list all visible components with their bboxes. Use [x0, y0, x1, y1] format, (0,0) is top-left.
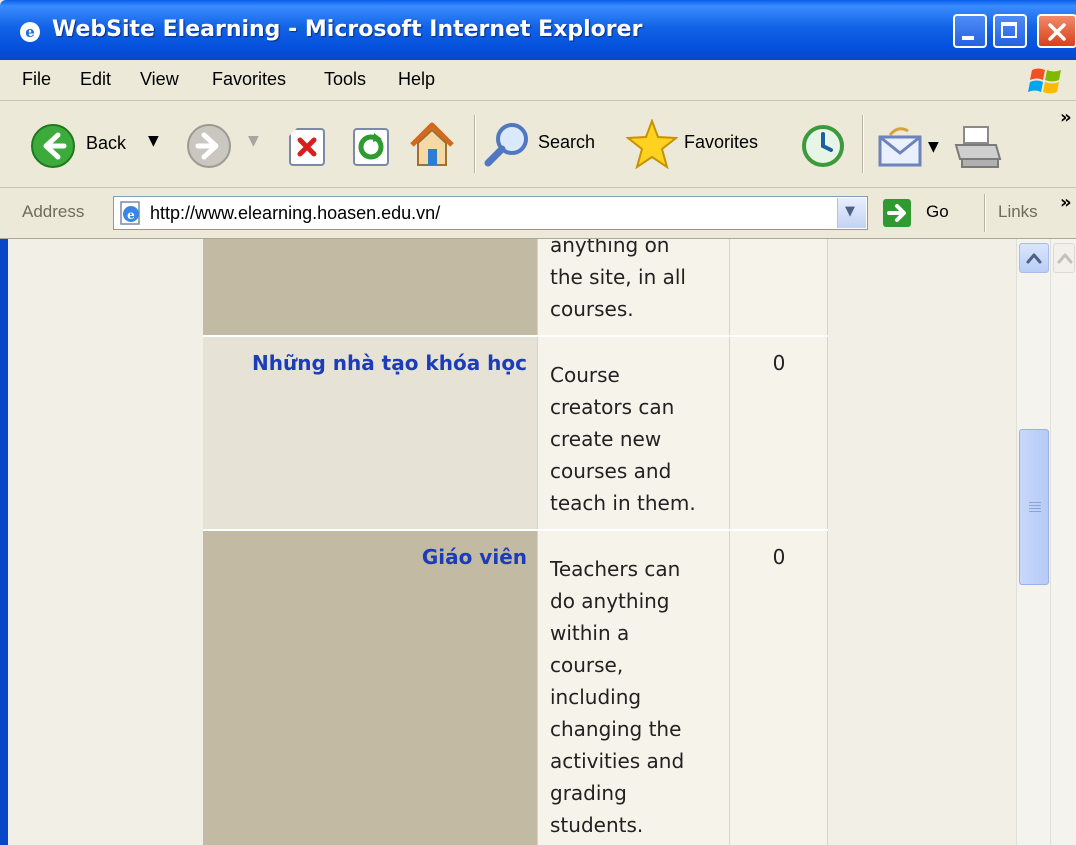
role-count-cell: 0 — [730, 337, 828, 529]
role-count: 0 — [772, 351, 786, 375]
address-url: http://www.elearning.hoasen.edu.vn/ — [150, 203, 441, 223]
favorites-label: Favorites — [684, 132, 759, 152]
window-border — [0, 239, 8, 845]
role-description: Course creators can create new courses a… — [550, 363, 696, 515]
close-button[interactable] — [1037, 14, 1076, 48]
forward-arrow-icon — [187, 124, 231, 168]
svg-text:e: e — [127, 208, 135, 222]
mail-icon — [878, 127, 922, 167]
search-label: Search — [538, 132, 596, 152]
outer-vertical-scrollbar[interactable] — [1050, 239, 1076, 845]
back-dropdown-icon[interactable]: ▼ — [148, 133, 159, 149]
svg-text:e: e — [25, 23, 35, 41]
scroll-thumb[interactable] — [1019, 429, 1049, 585]
role-count: 0 — [772, 545, 786, 569]
stop-icon[interactable] — [288, 127, 328, 167]
role-count-cell — [730, 239, 828, 335]
address-dropdown[interactable]: ▼ — [837, 198, 866, 228]
menu-file[interactable]: File — [22, 69, 51, 90]
scroll-grip — [1029, 505, 1041, 506]
toolbar-overflow-icon[interactable]: » — [1060, 107, 1072, 128]
mail-button[interactable]: ▼ — [876, 123, 946, 169]
search-icon — [484, 123, 528, 167]
address-input[interactable]: e http://www.elearning.hoasen.edu.vn/ ▼ — [113, 196, 868, 230]
outer-scroll-up-button[interactable] — [1053, 243, 1075, 273]
scroll-grip — [1029, 508, 1041, 509]
favorites-button[interactable]: Favorites — [626, 117, 778, 169]
toolbar-separator — [862, 115, 864, 173]
go-label: Go — [926, 202, 949, 221]
role-link[interactable]: Giáo viên — [422, 545, 527, 569]
favorites-star-icon — [626, 119, 678, 169]
minimize-button[interactable] — [953, 14, 987, 48]
go-arrow-icon — [883, 199, 911, 227]
address-label: Address — [22, 202, 85, 221]
back-label: Back — [86, 133, 127, 153]
close-icon — [1048, 23, 1066, 41]
links-overflow-icon[interactable]: » — [1060, 192, 1072, 213]
maximize-icon — [1001, 22, 1017, 38]
standard-toolbar: Back ▼ ▼ Search Favorites ▼ » — [0, 101, 1076, 188]
scroll-grip — [1029, 511, 1041, 512]
back-button[interactable]: Back ▼ — [30, 121, 166, 168]
chevron-up-icon — [1026, 253, 1042, 264]
table-row: anything on the site, in all courses. — [203, 239, 828, 335]
scroll-grip — [1029, 502, 1041, 503]
minimize-icon — [962, 36, 974, 40]
history-icon[interactable] — [800, 123, 846, 169]
menu-favorites[interactable]: Favorites — [212, 69, 286, 90]
chevron-down-icon: ▼ — [845, 204, 855, 219]
maximize-button[interactable] — [993, 14, 1027, 48]
scroll-up-button[interactable] — [1019, 243, 1049, 273]
role-description-cell: anything on the site, in all courses. — [538, 239, 730, 335]
role-description-cell: Teachers can do anything within a course… — [538, 531, 730, 845]
back-arrow-icon — [31, 124, 75, 168]
table-row: Giáo viên Teachers can do anything withi… — [203, 531, 828, 845]
chevron-up-icon — [1057, 253, 1073, 264]
address-separator — [984, 194, 986, 232]
role-name-cell: Giáo viên — [203, 531, 538, 845]
vertical-scrollbar[interactable] — [1016, 239, 1051, 845]
print-icon[interactable] — [952, 125, 1002, 171]
toolbar-separator — [474, 115, 476, 173]
role-name-cell — [203, 239, 538, 335]
table-row: Những nhà tạo khóa học Course creators c… — [203, 337, 828, 529]
role-description-cell: Course creators can create new courses a… — [538, 337, 730, 529]
mail-dropdown-icon[interactable]: ▼ — [928, 139, 939, 155]
address-bar: Address e http://www.elearning.hoasen.ed… — [0, 188, 1076, 239]
title-bar: e WebSite Elearning - Microsoft Internet… — [0, 0, 1076, 60]
menu-help[interactable]: Help — [398, 69, 435, 90]
search-button[interactable]: Search — [482, 119, 610, 169]
window-title: WebSite Elearning - Microsoft Internet E… — [52, 17, 643, 42]
forward-button[interactable]: ▼ — [186, 121, 266, 168]
role-link[interactable]: Những nhà tạo khóa học — [252, 351, 527, 375]
menu-edit[interactable]: Edit — [80, 69, 111, 90]
ie-logo-icon: e — [20, 22, 40, 42]
refresh-icon[interactable] — [352, 127, 392, 167]
role-description: Teachers can do anything within a course… — [550, 557, 685, 837]
page-icon: e — [120, 201, 140, 225]
role-count-cell: 0 — [730, 531, 828, 845]
forward-dropdown-icon[interactable]: ▼ — [248, 133, 259, 149]
windows-logo-icon — [1028, 68, 1061, 94]
go-button[interactable]: Go — [882, 196, 970, 230]
menu-view[interactable]: View — [140, 69, 179, 90]
links-label[interactable]: Links — [998, 202, 1038, 222]
menu-bar: File Edit View Favorites Tools Help — [0, 60, 1076, 101]
role-name-cell: Những nhà tạo khóa học — [203, 337, 538, 529]
menu-tools[interactable]: Tools — [324, 69, 366, 90]
home-icon[interactable] — [406, 119, 458, 171]
page-content: anything on the site, in all courses. Nh… — [8, 239, 1016, 845]
role-description: anything on the site, in all courses. — [550, 239, 686, 321]
